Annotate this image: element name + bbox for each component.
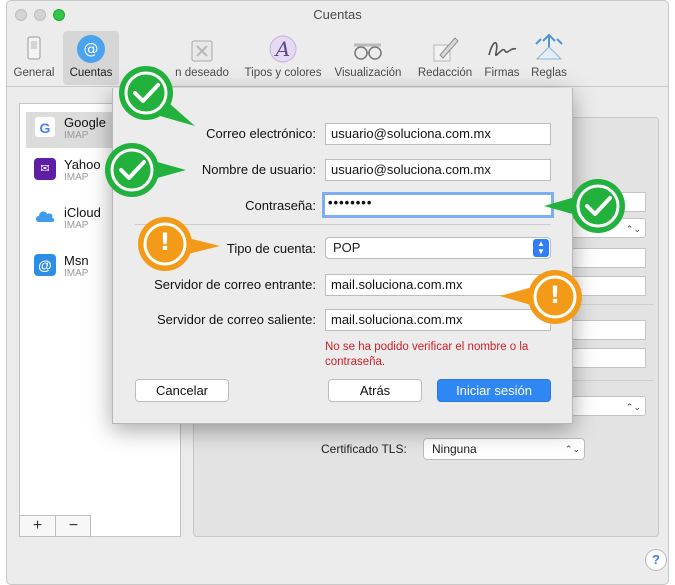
check-badge-password <box>544 179 625 233</box>
warning-icon: ! <box>549 281 561 309</box>
warning-icon: ! <box>159 228 171 256</box>
check-badge-username <box>105 143 186 197</box>
check-badge-email <box>119 66 195 126</box>
